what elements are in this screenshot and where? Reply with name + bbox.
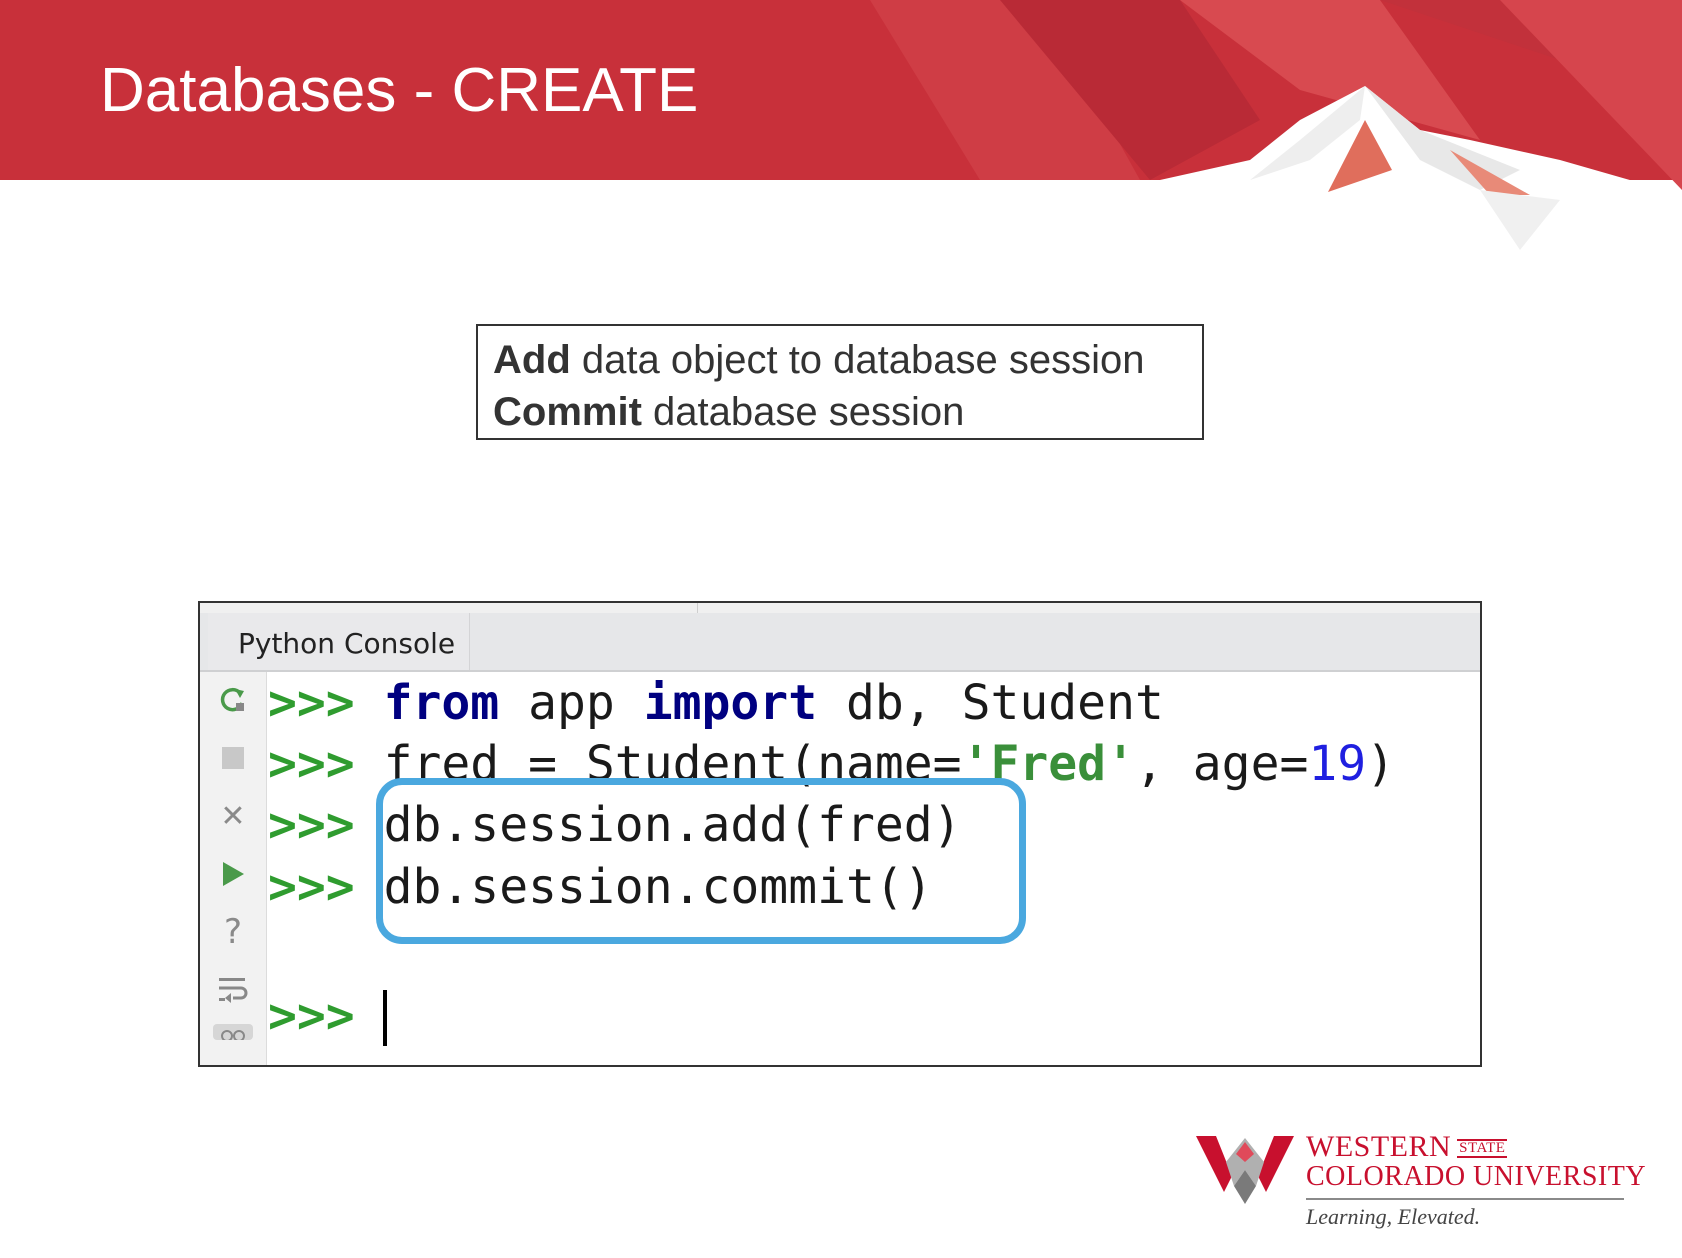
- tab-python-console[interactable]: Python Console: [208, 613, 470, 670]
- callout-highlight: [376, 778, 1026, 944]
- help-icon[interactable]: ?: [200, 912, 266, 952]
- university-logo-icon: [1196, 1136, 1294, 1204]
- code-text: db, Student: [817, 675, 1164, 731]
- slide-title: Databases - CREATE: [100, 56, 699, 125]
- prompt: >>>: [268, 675, 355, 731]
- close-icon[interactable]: ✕: [200, 796, 266, 836]
- soft-wrap-icon[interactable]: [200, 970, 266, 1010]
- note-line-2: Commit database session: [493, 386, 1187, 438]
- header-banner: [0, 0, 1682, 260]
- keyword-import: import: [643, 675, 818, 731]
- rerun-icon[interactable]: [200, 680, 266, 720]
- console-line-1: >>> from app import db, Student: [268, 673, 1164, 733]
- console-input-line[interactable]: >>>: [268, 986, 355, 1046]
- note-commit-text: database session: [641, 390, 965, 434]
- text-cursor: [383, 990, 387, 1046]
- code-text: app: [499, 675, 644, 731]
- console-tab-bar: Python Console: [200, 613, 1480, 672]
- note-line-1: Add data object to database session: [493, 334, 1187, 386]
- prompt: >>>: [268, 988, 355, 1044]
- logo-tagline: Learning, Elevated.: [1306, 1204, 1481, 1229]
- logo-wordmark-line-2: COLORADO UNIVERSITY: [1306, 1161, 1647, 1192]
- prompt: >>>: [268, 797, 355, 853]
- run-icon[interactable]: [200, 854, 266, 894]
- code-text: ): [1366, 736, 1396, 792]
- logo-western: WESTERN: [1306, 1130, 1452, 1163]
- logo-divider: [1306, 1198, 1624, 1200]
- note-add-text: data object to database session: [570, 338, 1145, 382]
- more-tools-icon[interactable]: [200, 1022, 266, 1042]
- keyword-from: from: [383, 675, 500, 731]
- logo-wordmark-line-1: WESTERN STATE: [1306, 1130, 1508, 1163]
- stop-icon[interactable]: [200, 738, 266, 778]
- prompt: >>>: [268, 736, 355, 792]
- prompt: >>>: [268, 859, 355, 915]
- logo-state: STATE: [1457, 1139, 1508, 1158]
- note-add-bold: Add: [493, 338, 571, 382]
- note-box: Add data object to database session Comm…: [476, 324, 1204, 440]
- number-literal: 19: [1308, 736, 1367, 792]
- code-text: , age=: [1134, 736, 1309, 792]
- note-commit-bold: Commit: [493, 390, 642, 434]
- console-toolbar: ✕ ?: [200, 672, 267, 1065]
